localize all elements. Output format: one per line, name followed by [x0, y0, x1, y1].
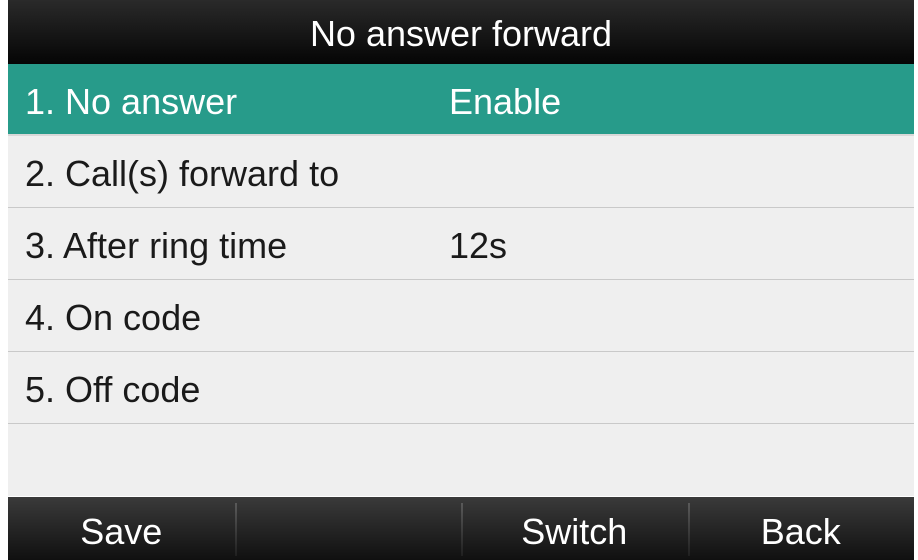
phone-screen: No answer forward 1. No answer Enable 2.…: [8, 0, 914, 560]
screen-title-text: No answer forward: [309, 13, 613, 54]
menu-item-after-ring-time[interactable]: 3. After ring time 12s: [8, 208, 914, 280]
menu-item-label: 3. After ring time: [25, 225, 288, 266]
menu-item-label: 1. No answer: [25, 81, 238, 122]
save-softkey[interactable]: Save: [8, 497, 235, 560]
menu-item-no-answer[interactable]: 1. No answer Enable: [8, 64, 914, 136]
back-softkey[interactable]: Back: [687, 497, 915, 560]
menu-item-off-code[interactable]: 5. Off code: [8, 352, 914, 424]
menu-item-forward-to[interactable]: 2. Call(s) forward to: [8, 136, 914, 208]
menu-empty-row: [8, 424, 914, 496]
menu-item-label: 4. On code: [25, 297, 202, 338]
menu-item-label: 2. Call(s) forward to: [25, 153, 340, 194]
menu-list: 1. No answer Enable 2. Call(s) forward t…: [8, 64, 914, 496]
menu-item-value: 12s: [449, 225, 508, 266]
menu-item-label: 5. Off code: [25, 369, 201, 410]
softkey-bar: Save Switch Back: [8, 497, 914, 560]
menu-item-value: Enable: [449, 81, 562, 122]
switch-softkey[interactable]: Switch: [461, 497, 688, 560]
screen-title: No answer forward: [8, 0, 914, 64]
menu-item-on-code[interactable]: 4. On code: [8, 280, 914, 352]
blank-softkey[interactable]: [234, 497, 462, 560]
